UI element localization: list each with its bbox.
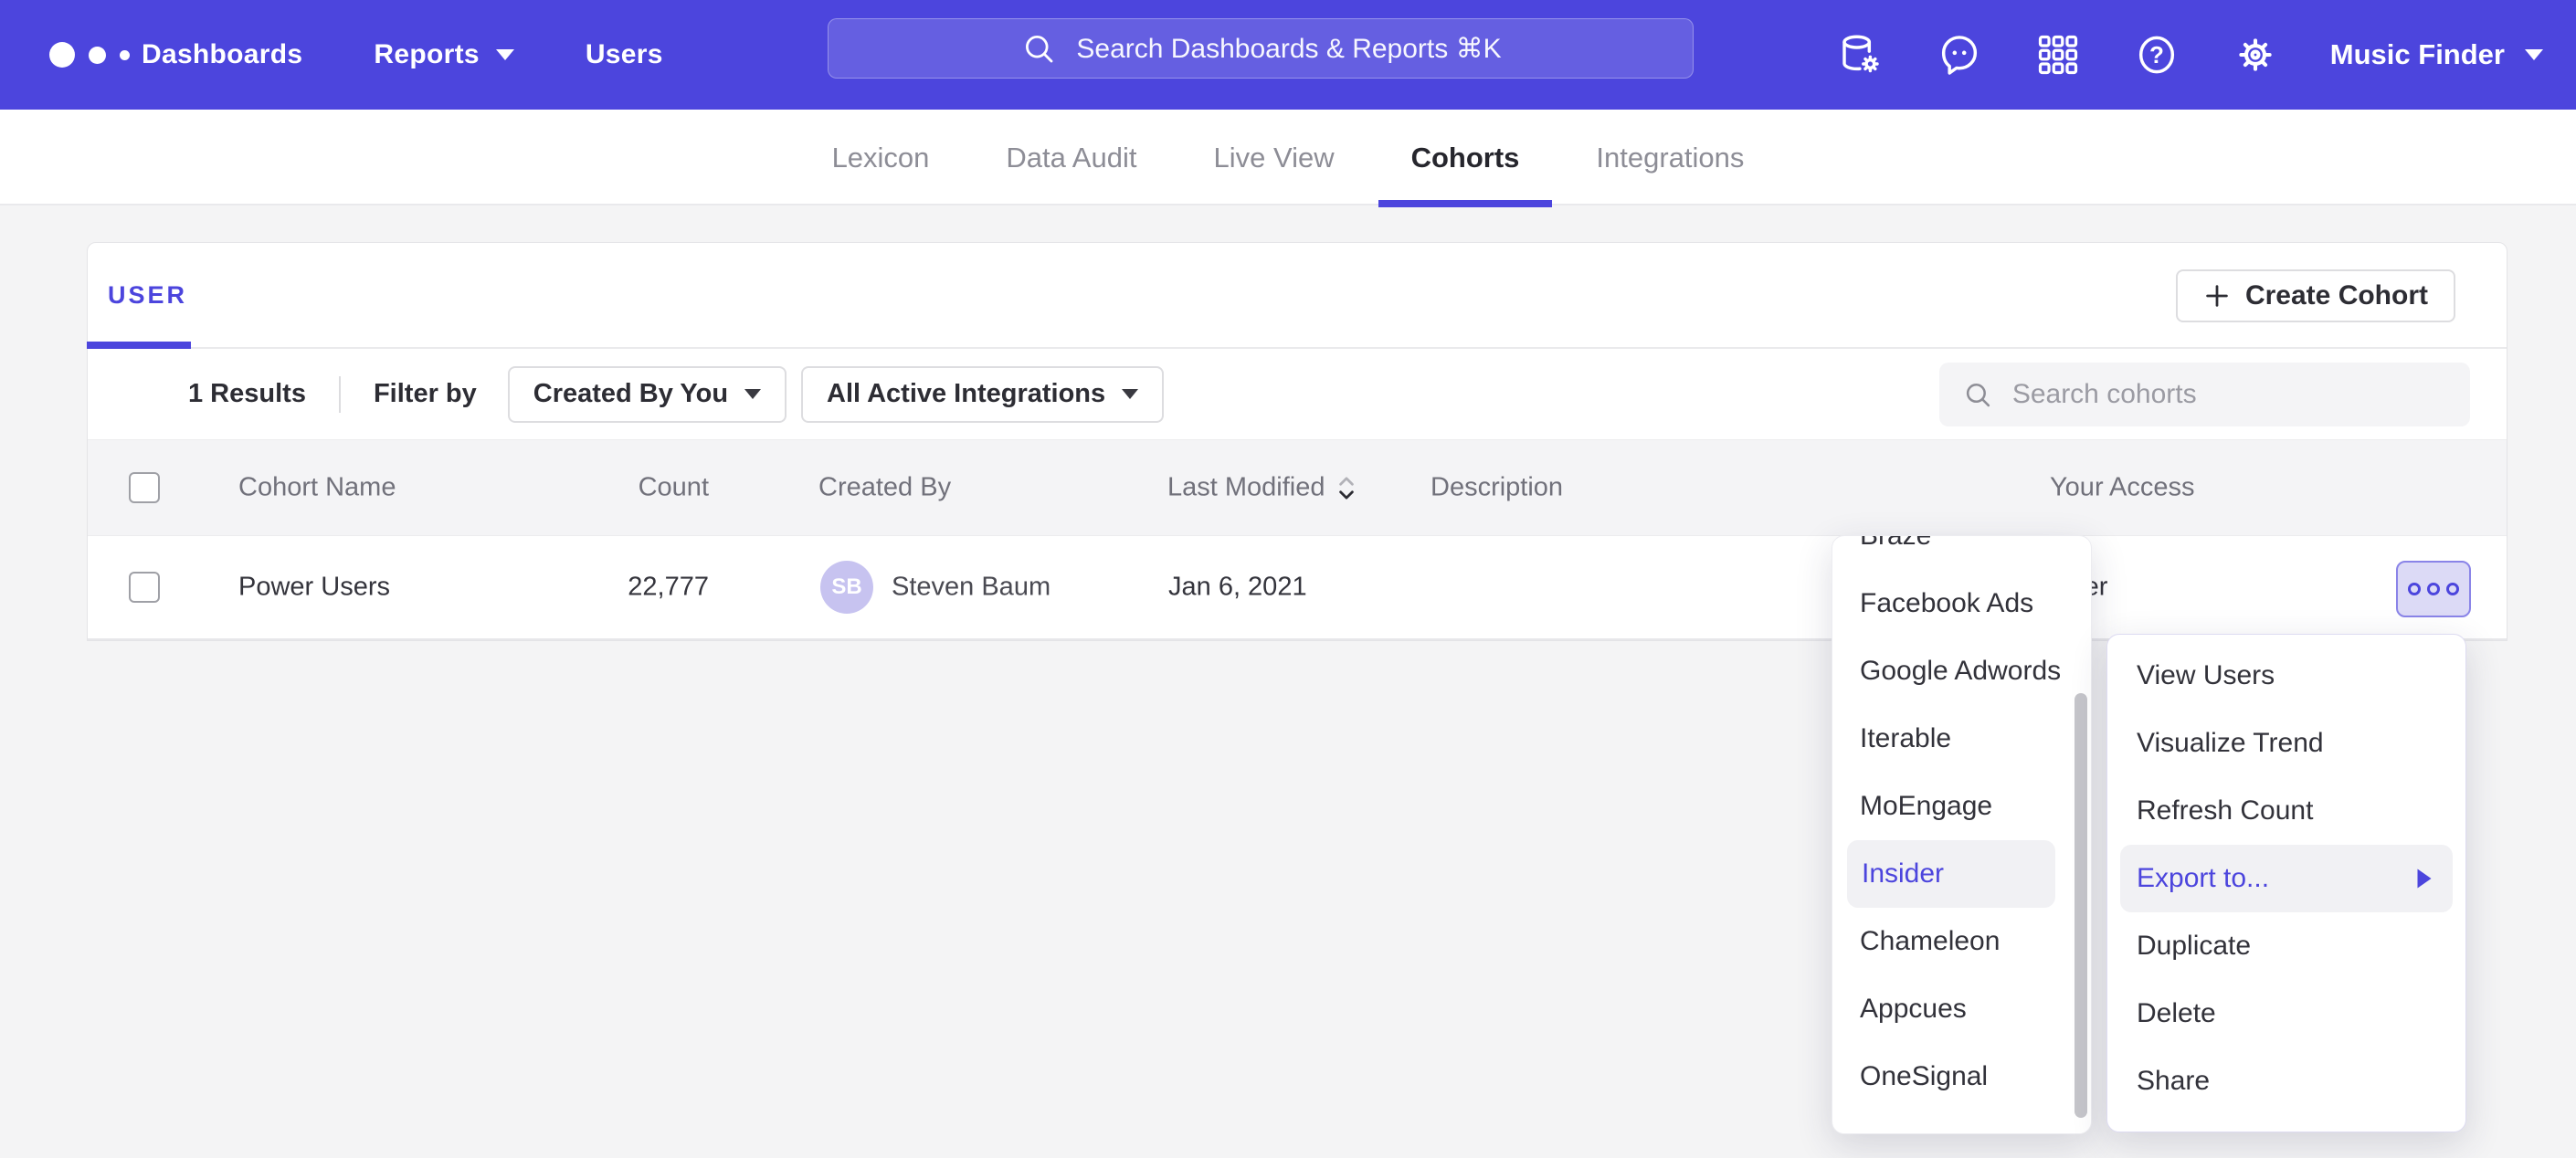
filter-by-label: Filter by [374, 379, 477, 409]
menu-item-view-users[interactable]: View Users [2107, 642, 2465, 710]
cohorts-panel: USER Create Cohort 1 Results Filter by C… [87, 242, 2507, 641]
chevron-down-icon [744, 389, 761, 399]
cohort-table-row: Power Users 22,777 SB Steven Baum Jan 6,… [88, 535, 2507, 640]
logo-dot-small [120, 50, 130, 60]
menu-item-delete[interactable]: Delete [2107, 980, 2465, 1047]
menu-item-export-to-label: Export to... [2137, 863, 2269, 894]
svg-text:?: ? [2149, 41, 2164, 68]
project-selector[interactable]: Music Finder [2330, 38, 2543, 71]
dot-icon [2427, 583, 2440, 595]
avatar: SB [820, 561, 873, 614]
tab-cohorts[interactable]: Cohorts [1411, 110, 1520, 205]
global-search-bar[interactable]: Search Dashboards & Reports ⌘K [828, 18, 1694, 79]
menu-item-export-to[interactable]: Export to... [2120, 845, 2453, 912]
created-by-filter-label: Created By You [533, 379, 728, 409]
integrations-filter-dropdown[interactable]: All Active Integrations [801, 366, 1164, 423]
submenu-item-appcues[interactable]: Appcues [1832, 975, 2091, 1043]
menu-item-duplicate[interactable]: Duplicate [2107, 912, 2465, 980]
menu-item-share[interactable]: Share [2107, 1047, 2465, 1115]
cohort-name-link[interactable]: Power Users [238, 573, 390, 603]
submenu-arrow-icon [2416, 868, 2433, 890]
row-checkbox[interactable] [129, 572, 160, 603]
integrations-filter-label: All Active Integrations [827, 379, 1105, 409]
search-icon [1961, 376, 1994, 413]
chevron-down-icon [2525, 49, 2543, 60]
results-count: 1 Results [188, 379, 306, 409]
create-cohort-label: Create Cohort [2245, 280, 2428, 311]
column-description: Description [1431, 473, 1563, 503]
submenu-scrollbar-thumb[interactable] [2075, 693, 2087, 1118]
submenu-item-iterable[interactable]: Iterable [1832, 705, 2091, 773]
top-navigation-bar: Dashboards Reports Users Search Dashboar… [0, 0, 2576, 110]
select-all-checkbox[interactable] [129, 472, 160, 503]
submenu-item-facebook-ads[interactable]: Facebook Ads [1832, 570, 2091, 637]
column-your-access: Your Access [2050, 473, 2195, 503]
row-more-actions-button[interactable] [2396, 561, 2471, 617]
logo-dot-large [49, 42, 75, 68]
project-name: Music Finder [2330, 38, 2505, 71]
chevron-down-icon [1122, 389, 1138, 399]
filter-toolbar: 1 Results Filter by Created By You All A… [88, 349, 2507, 439]
menu-item-visualize-trend[interactable]: Visualize Trend [2107, 710, 2465, 777]
apps-grid-icon[interactable] [2034, 31, 2082, 79]
cohort-table-header: Cohort Name Count Created By Last Modifi… [88, 439, 2507, 535]
column-count: Count [526, 473, 709, 503]
settings-gear-icon[interactable] [2232, 31, 2279, 79]
created-by-filter-dropdown[interactable]: Created By You [508, 366, 787, 423]
cohort-count: 22,777 [526, 573, 709, 603]
column-last-modified-label: Last Modified [1167, 473, 1325, 503]
tab-live-view[interactable]: Live View [1213, 110, 1334, 205]
column-last-modified[interactable]: Last Modified [1167, 473, 1357, 503]
global-search-placeholder: Search Dashboards & Reports ⌘K [1076, 33, 1501, 65]
active-tab-underline [87, 342, 191, 349]
export-destination-submenu: Braze Facebook Ads Google Adwords Iterab… [1832, 535, 2092, 1134]
column-cohort-name: Cohort Name [238, 473, 396, 503]
sort-icon [1336, 473, 1357, 502]
primary-nav: Dashboards Reports Users [142, 39, 663, 70]
plus-icon [2203, 282, 2231, 310]
submenu-item-google-adwords[interactable]: Google Adwords [1832, 637, 2091, 705]
mixpanel-logo[interactable] [49, 0, 130, 110]
submenu-item-braze[interactable]: Braze [1832, 535, 2091, 570]
submenu-item-moengage[interactable]: MoEngage [1832, 773, 2091, 840]
nav-reports-label: Reports [374, 39, 479, 70]
cohort-search-input[interactable] [2012, 379, 2448, 410]
dot-icon [2446, 583, 2459, 595]
tab-data-audit[interactable]: Data Audit [1006, 110, 1136, 205]
feedback-chat-icon[interactable] [1936, 31, 1983, 79]
topbar-actions: ? Music Finder [1837, 31, 2543, 79]
help-icon[interactable]: ? [2133, 31, 2180, 79]
logo-dot-medium [89, 47, 106, 64]
submenu-item-insider[interactable]: Insider [1847, 840, 2055, 908]
submenu-item-chameleon[interactable]: Chameleon [1832, 908, 2091, 975]
tab-integrations[interactable]: Integrations [1596, 110, 1744, 205]
nav-dashboards[interactable]: Dashboards [142, 39, 302, 70]
nav-dashboards-label: Dashboards [142, 39, 302, 70]
data-section-tabs: Lexicon Data Audit Live View Cohorts Int… [0, 110, 2576, 205]
divider [339, 376, 341, 413]
cohort-search-box [1939, 363, 2470, 426]
tab-lexicon[interactable]: Lexicon [832, 110, 930, 205]
dot-icon [2408, 583, 2421, 595]
search-icon [1019, 29, 1058, 68]
column-created-by: Created By [818, 473, 951, 503]
tab-user-cohorts[interactable]: USER [108, 281, 187, 310]
chevron-down-icon [496, 49, 514, 60]
nav-reports[interactable]: Reports [374, 39, 513, 70]
panel-header: USER Create Cohort [88, 243, 2507, 349]
last-modified-date: Jan 6, 2021 [1168, 573, 1307, 603]
create-cohort-button[interactable]: Create Cohort [2176, 269, 2455, 322]
submenu-item-onesignal[interactable]: OneSignal [1832, 1043, 2091, 1111]
created-by-name: Steven Baum [892, 573, 1050, 603]
cohort-actions-menu: View Users Visualize Trend Refresh Count… [2106, 634, 2466, 1132]
data-management-icon[interactable] [1837, 31, 1884, 79]
nav-users-label: Users [586, 39, 663, 70]
cohorts-page: Dashboards Reports Users Search Dashboar… [0, 0, 2576, 1158]
nav-users[interactable]: Users [586, 39, 663, 70]
menu-item-refresh-count[interactable]: Refresh Count [2107, 777, 2465, 845]
